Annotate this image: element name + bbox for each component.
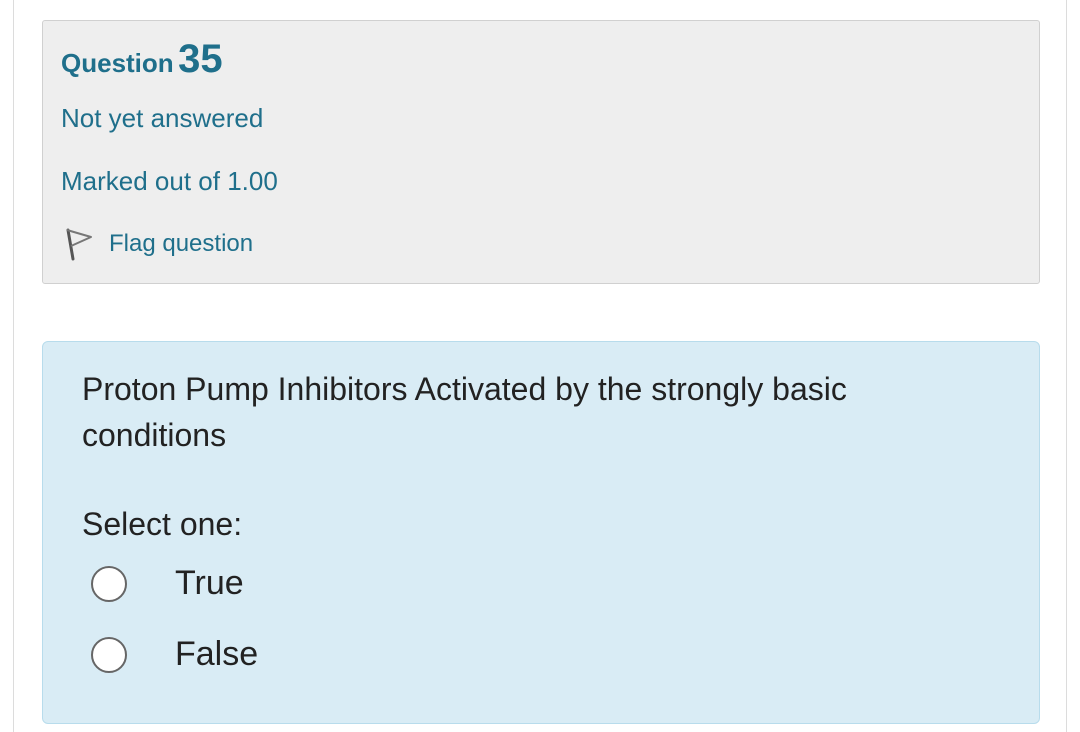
- answer-option-false[interactable]: False: [91, 635, 258, 674]
- question-text: Proton Pump Inhibitors Activated by the …: [82, 371, 847, 453]
- answer-option-true[interactable]: True: [91, 564, 244, 603]
- flag-question-button[interactable]: Flag question: [61, 226, 253, 262]
- question-number-heading: Question 35: [61, 37, 223, 82]
- question-label: Question: [61, 48, 174, 78]
- radio-true[interactable]: [91, 565, 127, 602]
- question-content-panel: Proton Pump Inhibitors Activated by the …: [42, 341, 1040, 724]
- question-state: Not yet answered: [61, 103, 264, 133]
- flag-question-label[interactable]: Flag question: [109, 230, 253, 258]
- question-info-panel: Question 35 Not yet answered Marked out …: [42, 20, 1040, 284]
- select-one-prompt: Select one:: [82, 506, 243, 542]
- question-grade: Marked out of 1.00: [61, 166, 278, 196]
- flag-icon[interactable]: [61, 226, 95, 262]
- question-number: 35: [178, 37, 223, 81]
- answer-label-false[interactable]: False: [175, 635, 258, 674]
- answer-label-true[interactable]: True: [175, 564, 244, 603]
- radio-false[interactable]: [91, 636, 127, 673]
